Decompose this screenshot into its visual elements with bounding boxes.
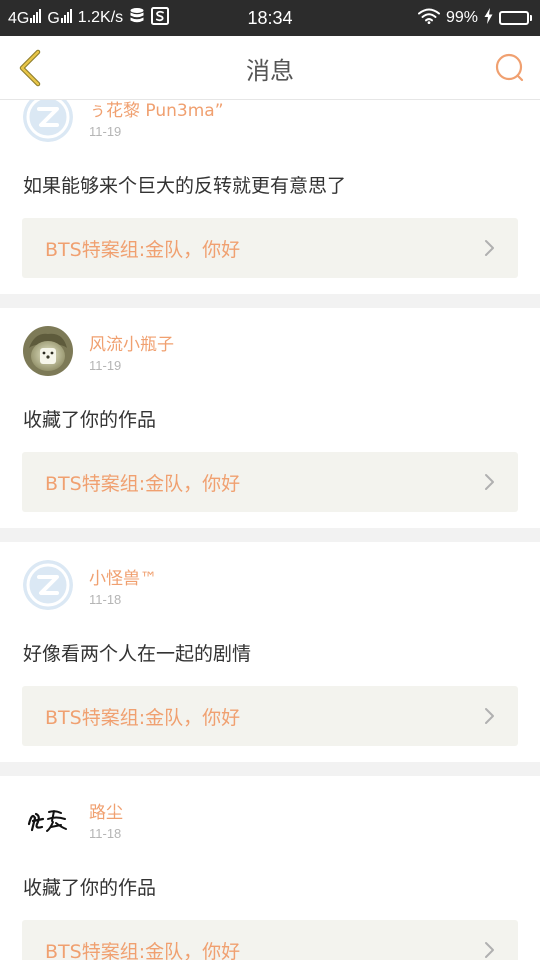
chevron-right-icon [485,942,494,958]
search-icon [495,53,524,82]
search-button[interactable] [488,46,532,90]
nav-header: 消息 [0,36,540,100]
chevron-right-icon [485,474,494,490]
message-card: 风流小瓶子 11-19 收藏了你的作品 BTS特案组:金队，你好 [0,308,540,528]
referenced-work-link[interactable]: BTS特案组:金队，你好 [22,452,518,512]
referenced-work-title: BTS特案组:金队，你好 [45,706,241,729]
user-avatar[interactable] [23,794,73,844]
message-header: ぅ花黎 Pun3ma” 11-19 [22,100,518,162]
username[interactable]: ぅ花黎 Pun3ma” [89,100,224,121]
charging-bolt-icon [484,7,493,29]
message-date: 11-18 [89,826,122,841]
message-card: 路尘 11-18 收藏了你的作品 BTS特案组:金队，你好 [0,776,540,960]
battery-icon [499,11,532,25]
message-text: 收藏了你的作品 [23,409,157,431]
message-list[interactable]: ぅ花黎 Pun3ma” 11-19 如果能够来个巨大的反转就更有意思了 BTS特… [0,100,540,960]
message-header: 路尘 11-18 [22,776,518,864]
referenced-work-link[interactable]: BTS特案组:金队，你好 [22,920,518,960]
chevron-right-icon [485,708,494,724]
username[interactable]: 风流小瓶子 [89,330,174,355]
battery-percent: 99% [445,9,478,26]
message-date: 11-19 [89,124,122,139]
referenced-work-title: BTS特案组:金队，你好 [45,940,241,960]
message-text: 好像看两个人在一起的剧情 [23,643,252,665]
message-card: ぅ花黎 Pun3ma” 11-19 如果能够来个巨大的反转就更有意思了 BTS特… [0,100,540,294]
referenced-work-title: BTS特案组:金队，你好 [45,472,241,495]
message-text: 如果能够来个巨大的反转就更有意思了 [23,175,347,197]
message-card: 小怪兽™ 11-18 好像看两个人在一起的剧情 BTS特案组:金队，你好 [0,542,540,762]
message-header: 小怪兽™ 11-18 [22,542,518,630]
message-header: 风流小瓶子 11-19 [22,308,518,396]
referenced-work-link[interactable]: BTS特案组:金队，你好 [22,218,518,278]
status-bar: 4G G 1.2K/s 18:34 99% [0,0,540,36]
status-right: 99% [417,0,532,36]
referenced-work-title: BTS特案组:金队，你好 [45,238,241,261]
message-date: 11-19 [89,358,122,373]
referenced-work-link[interactable]: BTS特案组:金队，你好 [22,686,518,746]
message-text: 收藏了你的作品 [23,877,157,899]
user-avatar[interactable] [23,100,73,142]
wifi-icon [417,8,440,29]
username[interactable]: 小怪兽™ [89,564,157,589]
username[interactable]: 路尘 [89,798,123,823]
user-avatar[interactable] [23,560,73,610]
chevron-right-icon [485,240,494,256]
message-date: 11-18 [89,592,122,607]
page-title: 消息 [246,56,294,85]
user-avatar[interactable] [23,326,73,376]
